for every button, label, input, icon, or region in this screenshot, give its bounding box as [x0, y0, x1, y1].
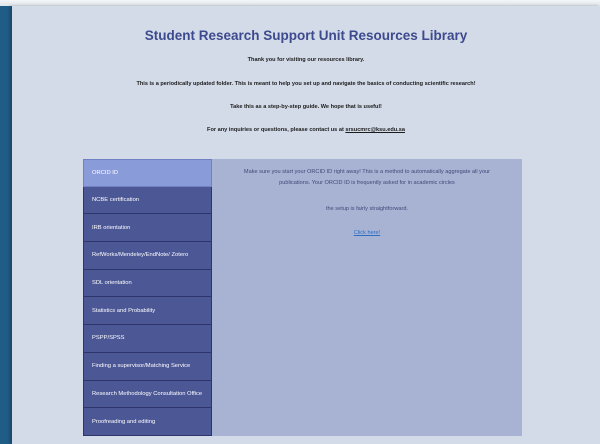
welcome-text: Thank you for visiting our resources lib…: [247, 57, 365, 63]
tab-research-methodology[interactable]: Research Methodology Consultation Office: [83, 380, 212, 409]
tab-pspp-spss[interactable]: PSPP/SPSS: [83, 325, 212, 353]
tab-proofreading-editing[interactable]: Proofreading and editing: [83, 408, 212, 436]
description-text: This is a periodically updated folder. T…: [136, 81, 476, 87]
resource-tabs: ORCID ID NCBE certification IRB orientat…: [83, 159, 212, 436]
contact-text: For any inquiries or questions, please c…: [12, 127, 600, 133]
tab-label: IRB orientation: [92, 224, 131, 231]
tab-orcid-id[interactable]: ORCID ID: [83, 159, 212, 187]
guide-text: Take this as a step-by-step guide. We ho…: [230, 104, 382, 110]
tab-sdl-orientation[interactable]: SDL orientation: [83, 269, 212, 298]
contact-prefix: For any inquiries or questions, please c…: [207, 127, 346, 133]
tab-finding-supervisor[interactable]: Finding a supervisor/Matching Service: [83, 352, 212, 381]
orcid-description: Make sure you start your ORCID ID right …: [243, 169, 491, 186]
contact-email-link[interactable]: srsucmrc@ksu.edu.sa: [345, 127, 405, 133]
tab-label: Statistics and Probability: [92, 307, 156, 314]
library-panel: Student Research Support Unit Resources …: [12, 6, 600, 444]
tab-label: ORCID ID: [92, 169, 119, 176]
tab-reference-managers[interactable]: RefWorks/Mendeley/EndNote/ Zotero: [83, 242, 212, 270]
tab-label: SDL orientation: [92, 280, 132, 287]
orcid-setup-note: the setup is fairly straightforward.: [325, 206, 409, 212]
tab-label: NCBE certification: [92, 197, 140, 204]
tab-statistics-probability[interactable]: Statistics and Probability: [83, 297, 212, 326]
orcid-click-here-link[interactable]: Click here!: [212, 230, 522, 236]
page-title: Student Research Support Unit Resources …: [144, 28, 468, 43]
tab-label: Proofreading and editing: [92, 418, 156, 425]
tab-ncbe-certification[interactable]: NCBE certification: [83, 186, 212, 215]
tab-content-panel: Make sure you start your ORCID ID right …: [212, 159, 522, 436]
tab-irb-orientation[interactable]: IRB orientation: [83, 214, 212, 243]
tab-label: PSPP/SPSS: [92, 335, 125, 342]
tab-label: Finding a supervisor/Matching Service: [92, 363, 191, 370]
tab-label: RefWorks/Mendeley/EndNote/ Zotero: [92, 252, 189, 259]
tab-label: Research Methodology Consultation Office: [92, 390, 203, 397]
